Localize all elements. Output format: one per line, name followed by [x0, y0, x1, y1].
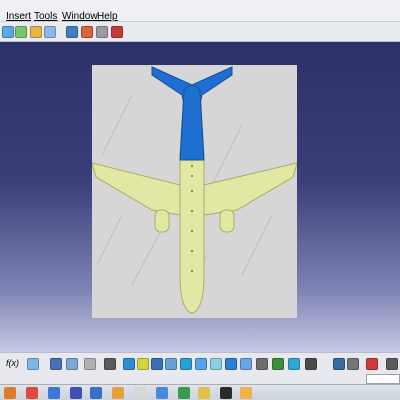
select-icon[interactable]	[256, 358, 268, 370]
layers-icon[interactable]	[96, 26, 108, 38]
sketch-icon[interactable]	[66, 26, 78, 38]
active-app-icon[interactable]	[220, 387, 232, 399]
share-icon[interactable]	[15, 26, 27, 38]
bottom-toolbar: f(x)	[0, 352, 400, 374]
menu-help[interactable]: Help	[97, 11, 118, 22]
notes-icon[interactable]	[240, 387, 252, 399]
comment-icon[interactable]	[27, 358, 39, 370]
zoom-out-icon[interactable]	[165, 358, 177, 370]
pan-icon[interactable]	[123, 358, 135, 370]
collapse-icon[interactable]	[333, 358, 345, 370]
measure-tool-icon[interactable]	[305, 358, 317, 370]
formula-button[interactable]: f(x)	[6, 358, 19, 368]
hide-show-icon[interactable]	[210, 358, 222, 370]
rotate-icon[interactable]	[137, 358, 149, 370]
iso-view-icon[interactable]	[195, 358, 207, 370]
command-input[interactable]	[366, 374, 400, 384]
menu-window[interactable]: Window	[62, 11, 98, 22]
menu-insert[interactable]: Insert	[6, 11, 31, 22]
mail-icon[interactable]	[90, 387, 102, 399]
normal-view-icon[interactable]	[180, 358, 192, 370]
taskbar	[0, 384, 400, 400]
part-icon[interactable]	[84, 358, 96, 370]
snap-icon[interactable]	[347, 358, 359, 370]
error-icon[interactable]	[366, 358, 378, 370]
measure-icon[interactable]	[111, 26, 123, 38]
properties-icon[interactable]	[288, 358, 300, 370]
chrome-icon[interactable]	[178, 387, 190, 399]
shape-icon[interactable]	[272, 358, 284, 370]
fit-all-icon[interactable]	[104, 358, 116, 370]
model-render-frame	[91, 65, 298, 318]
start-icon[interactable]	[4, 387, 16, 399]
explorer-icon[interactable]	[156, 387, 168, 399]
media-icon[interactable]	[112, 387, 124, 399]
status-row	[0, 374, 400, 384]
swap-icon[interactable]	[225, 358, 237, 370]
arrow-icon[interactable]	[2, 26, 14, 38]
scene-icon[interactable]	[30, 26, 42, 38]
aircraft-model[interactable]	[91, 65, 298, 318]
table-icon[interactable]	[50, 358, 62, 370]
tree-icon[interactable]	[66, 358, 78, 370]
menu-tools[interactable]: Tools	[34, 11, 57, 22]
analysis-icon[interactable]	[240, 358, 252, 370]
document-icon[interactable]	[134, 387, 146, 399]
material-icon[interactable]	[44, 26, 56, 38]
menu-bar: Insert Tools Window Help	[0, 0, 400, 22]
folder-icon[interactable]	[70, 387, 82, 399]
zoom-in-icon[interactable]	[151, 358, 163, 370]
shading-icon[interactable]	[81, 26, 93, 38]
catia-icon[interactable]	[198, 387, 210, 399]
more-icon[interactable]	[386, 358, 398, 370]
top-toolbar	[0, 22, 400, 42]
browser-icon[interactable]	[26, 387, 38, 399]
app-icon[interactable]	[48, 387, 60, 399]
